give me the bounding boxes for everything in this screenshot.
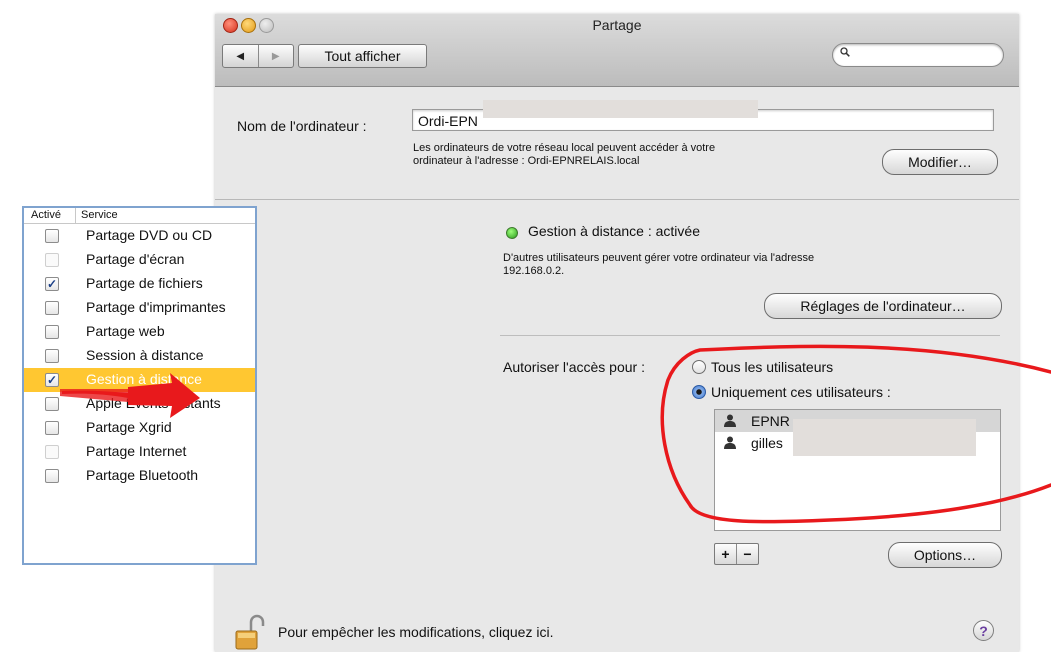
radio-all-users[interactable] <box>692 360 706 374</box>
section-divider <box>500 335 1000 336</box>
column-header-service[interactable]: Service <box>76 208 118 223</box>
service-checkbox[interactable] <box>45 253 59 267</box>
service-list: Activé Service Partage DVD ou CD Partage … <box>22 206 257 565</box>
search-field[interactable] <box>832 43 1004 67</box>
description-line: ordinateur à l'adresse : Ordi-EPNRELAIS.… <box>413 155 640 167</box>
service-row[interactable]: Partage d'imprimantes <box>24 296 255 320</box>
radio-all-users-label[interactable]: Tous les utilisateurs <box>711 359 833 375</box>
service-row[interactable]: ✓ Gestion à distance <box>24 368 255 392</box>
user-icon <box>724 414 736 427</box>
service-checkbox[interactable] <box>45 325 59 339</box>
service-checkbox[interactable] <box>45 349 59 363</box>
radio-only-these-users[interactable] <box>692 385 706 399</box>
service-label: Partage Bluetooth <box>86 467 199 483</box>
service-checkbox[interactable] <box>45 469 59 483</box>
computer-name-description: Les ordinateurs de votre réseau local pe… <box>413 142 853 168</box>
service-checkbox[interactable] <box>45 301 59 315</box>
options-button[interactable]: Options… <box>888 542 1002 568</box>
service-checkbox[interactable]: ✓ <box>45 373 59 387</box>
add-remove-control: + − <box>714 543 759 565</box>
user-name: gilles <box>751 435 783 451</box>
service-checkbox[interactable] <box>45 229 59 243</box>
user-name: EPNR <box>751 413 790 429</box>
service-row[interactable]: Session à distance <box>24 344 255 368</box>
window-title: Partage <box>592 17 642 33</box>
edit-computer-name-button[interactable]: Modifier… <box>882 149 998 175</box>
back-forward-control: ◀ ▶ <box>222 44 294 68</box>
service-label: Partage Internet <box>86 443 187 459</box>
service-label: Gestion à distance <box>86 371 202 387</box>
remove-user-button[interactable]: − <box>736 544 758 564</box>
remote-management-status: Gestion à distance : activée <box>528 223 700 239</box>
service-row[interactable]: Partage d'écran <box>24 248 255 272</box>
description-line: D'autres utilisateurs peuvent gérer votr… <box>503 252 815 264</box>
add-user-button[interactable]: + <box>715 544 736 564</box>
service-row[interactable]: Partage web <box>24 320 255 344</box>
computer-name-section: Nom de l'ordinateur : Ordi-EPN Les ordin… <box>215 87 1019 200</box>
user-icon <box>724 436 736 449</box>
computer-name-label: Nom de l'ordinateur : <box>237 118 367 134</box>
service-checkbox[interactable] <box>45 421 59 435</box>
service-row[interactable]: Partage Internet <box>24 440 255 464</box>
service-label: Partage d'imprimantes <box>86 299 226 315</box>
status-indicator-icon <box>506 227 518 239</box>
service-label: Session à distance <box>86 347 204 363</box>
service-label: Partage web <box>86 323 165 339</box>
redaction-block <box>483 100 758 118</box>
service-checkbox[interactable] <box>45 445 59 459</box>
remote-management-description: D'autres utilisateurs peuvent gérer votr… <box>503 252 943 278</box>
description-line: Les ordinateurs de votre réseau local pe… <box>413 142 716 154</box>
service-row[interactable]: Partage Xgrid <box>24 416 255 440</box>
allow-access-label: Autoriser l'accès pour : <box>503 359 645 375</box>
forward-button[interactable]: ▶ <box>257 45 294 67</box>
service-checkbox[interactable]: ✓ <box>45 277 59 291</box>
service-checkbox[interactable] <box>45 397 59 411</box>
service-row[interactable]: Partage DVD ou CD <box>24 224 255 248</box>
search-icon <box>840 47 850 57</box>
service-row[interactable]: ✓ Partage de fichiers <box>24 272 255 296</box>
service-label: Partage d'écran <box>86 251 185 267</box>
radio-only-these-users-label[interactable]: Uniquement ces utilisateurs : <box>711 384 891 400</box>
window-titlebar: Partage ◀ ▶ Tout afficher <box>215 14 1019 87</box>
computer-settings-button[interactable]: Réglages de l'ordinateur… <box>764 293 1002 319</box>
redaction-block <box>793 419 976 456</box>
back-button[interactable]: ◀ <box>223 45 258 67</box>
service-row[interactable]: Partage Bluetooth <box>24 464 255 488</box>
lock-icon[interactable] <box>235 614 265 650</box>
show-all-button[interactable]: Tout afficher <box>298 44 427 68</box>
service-label: Partage DVD ou CD <box>86 227 213 243</box>
service-rows: Partage DVD ou CD Partage d'écran ✓ Partage… <box>24 224 255 488</box>
service-label: Apple Events distants <box>86 395 221 411</box>
service-label: Partage de fichiers <box>86 275 203 291</box>
service-list-header: Activé Service <box>24 208 255 224</box>
service-label: Partage Xgrid <box>86 419 172 435</box>
column-header-active[interactable]: Activé <box>24 208 76 223</box>
description-line: 192.168.0.2. <box>503 265 565 277</box>
help-button[interactable]: ? <box>973 620 994 641</box>
service-row[interactable]: Apple Events distants <box>24 392 255 416</box>
lock-message[interactable]: Pour empêcher les modifications, cliquez… <box>278 624 553 640</box>
